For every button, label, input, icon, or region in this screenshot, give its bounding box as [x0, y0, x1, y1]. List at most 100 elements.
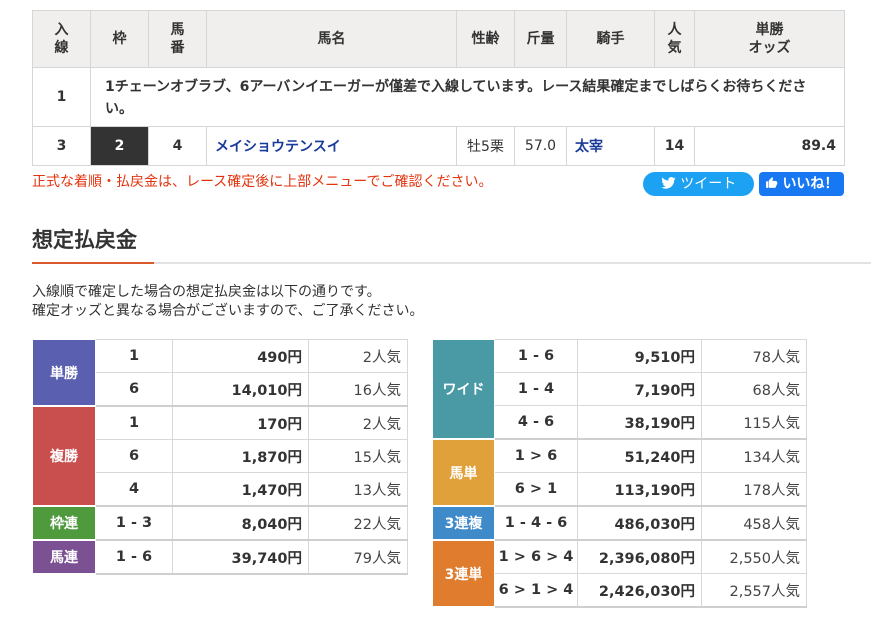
combination: 1 - 6 [95, 539, 173, 575]
payout-row: 3連複 1 - 4 - 6 486,030円 458人気 [432, 505, 807, 541]
payout-row: 3連単 1 > 6 > 4 2,396,080円 2,550人気 [432, 539, 807, 608]
payout-amount: 2,396,080円 [577, 539, 702, 574]
popularity-rank: 2人気 [308, 339, 408, 373]
payout-amount: 2,426,030円 [577, 573, 702, 608]
umaban: 4 [148, 126, 207, 166]
popularity-rank: 2,557人気 [701, 573, 807, 608]
popularity-rank: 16人気 [308, 372, 408, 407]
payout-row: 枠連 1 - 3 8,040円 22人気 [32, 505, 408, 541]
payout-row: 複勝 1 170円 2人気 [32, 405, 408, 507]
sex-age: 牡5栗 [456, 126, 515, 166]
table-row: 1 1チェーンオブラブ、6アーバンイエーガーが僅差で入線しています。レース結果確… [32, 67, 845, 127]
header-sex-age: 性齢 [456, 10, 515, 68]
section-divider [32, 262, 871, 264]
combination: 1 > 6 > 4 [494, 539, 578, 574]
payout-amount: 14,010円 [172, 372, 309, 407]
tweet-label: ツイート [680, 176, 737, 192]
bet-type-label: 3連単 [432, 539, 495, 608]
combination: 6 > 1 > 4 [494, 573, 578, 608]
payout-amount: 113,190円 [577, 472, 702, 507]
popularity-rank: 458人気 [701, 505, 807, 541]
bet-type-label: 複勝 [32, 405, 96, 507]
like-label: いいね！ [782, 176, 839, 192]
popularity-rank: 2,550人気 [701, 539, 807, 574]
popularity-rank: 78人気 [701, 339, 807, 373]
payout-amount: 38,190円 [577, 405, 702, 440]
payout-amount: 486,030円 [577, 505, 702, 541]
combination: 6 [95, 439, 173, 473]
combination: 1 > 6 [494, 438, 578, 473]
popularity-rank: 134人気 [701, 438, 807, 473]
thumbs-up-icon [765, 176, 783, 192]
section-divider-accent [32, 262, 154, 264]
header-waku: 枠 [90, 10, 149, 68]
popularity-rank: 68人気 [701, 372, 807, 406]
header-weight: 斤量 [514, 10, 567, 68]
payout-amount: 39,740円 [172, 539, 309, 575]
combination: 1 [95, 405, 173, 440]
popularity-rank: 79人気 [308, 539, 408, 575]
popularity-rank: 178人気 [701, 472, 807, 507]
jockey-link[interactable]: 太宰 [566, 126, 655, 166]
confirmation-warning: 正式な着順・払戻金は、レース確定後に上部メニューでご確認ください。 [32, 174, 493, 190]
row-rank: 3 [32, 126, 91, 166]
payout-row: 単勝 1 490円 2人気 [32, 339, 408, 407]
payout-row: 馬単 1 > 6 51,240円 134人気 [432, 438, 807, 507]
bet-type-label: 単勝 [32, 339, 96, 407]
payout-row: ワイド 1 - 6 9,510円 78人気 [432, 339, 807, 440]
table-header-row: 入線 枠 馬番 馬名 性齢 斤量 騎手 人気 単勝 オッズ [32, 10, 845, 68]
payout-row: 馬連 1 - 6 39,740円 79人気 [32, 539, 408, 575]
header-popularity: 人気 [654, 10, 695, 68]
intro-line: 確定オッズと異なる場合がございますので、ご了承ください。 [32, 303, 424, 319]
weight: 57.0 [514, 126, 567, 166]
combination: 4 [95, 472, 173, 507]
intro-line: 入線順で確定した場合の想定払戻金は以下の通りです。 [32, 284, 381, 300]
table-row: 3 2 4 メイショウテンスイ 牡5栗 57.0 太宰 14 89.4 [32, 126, 845, 166]
horse-name-link[interactable]: メイショウテンスイ [206, 126, 457, 166]
payout-amount: 8,040円 [172, 505, 309, 541]
bet-type-label: 3連複 [432, 505, 495, 541]
payout-table-right: ワイド 1 - 6 9,510円 78人気 1 - 4 7,190円 68人気 4 - 6 38… [432, 339, 807, 608]
payout-table-left: 単勝 1 490円 2人気 6 14,010円 16人気 複勝 1 170円 2人気 6 1,870円 1… [32, 339, 408, 575]
combination: 4 - 6 [494, 405, 578, 440]
header-win-odds: 単勝 オッズ [694, 10, 845, 68]
win-odds: 89.4 [694, 126, 845, 166]
bet-type-label: 馬単 [432, 438, 495, 507]
combination: 1 [95, 339, 173, 373]
popularity-rank: 15人気 [308, 439, 408, 473]
combination: 1 - 4 - 6 [494, 505, 578, 541]
photo-finish-notice: 1チェーンオブラブ、6アーバンイエーガーが僅差で入線しています。レース結果確定ま… [90, 67, 845, 127]
payout-amount: 1,470円 [172, 472, 309, 507]
payout-amount: 51,240円 [577, 438, 702, 473]
twitter-icon [661, 176, 680, 192]
header-horse-name: 馬名 [206, 10, 457, 68]
combination: 6 [95, 372, 173, 407]
popularity-rank: 22人気 [308, 505, 408, 541]
header-rank: 入線 [32, 10, 91, 68]
combination: 1 - 6 [494, 339, 578, 373]
popularity-rank: 2人気 [308, 405, 408, 440]
payout-intro: 入線順で確定した場合の想定払戻金は以下の通りです。 確定オッズと異なる場合がござ… [32, 283, 423, 321]
combination: 1 - 4 [494, 372, 578, 406]
popularity-rank: 115人気 [701, 405, 807, 440]
payout-amount: 9,510円 [577, 339, 702, 373]
popularity-rank: 13人気 [308, 472, 408, 507]
payout-amount: 490円 [172, 339, 309, 373]
payout-amount: 1,870円 [172, 439, 309, 473]
section-title: 想定払戻金 [32, 228, 137, 252]
bet-type-label: 馬連 [32, 539, 96, 575]
payout-amount: 7,190円 [577, 372, 702, 406]
combination: 1 - 3 [95, 505, 173, 541]
like-button[interactable]: いいね！ [759, 172, 844, 196]
bet-type-label: ワイド [432, 339, 495, 440]
waku-badge: 2 [90, 126, 149, 166]
result-table: 入線 枠 馬番 馬名 性齢 斤量 騎手 人気 単勝 オッズ 1 1チェーンオブラブ… [32, 10, 845, 166]
tweet-button[interactable]: ツイート [643, 172, 754, 196]
payout-amount: 170円 [172, 405, 309, 440]
header-jockey: 騎手 [566, 10, 655, 68]
row-rank: 1 [32, 67, 91, 127]
combination: 6 > 1 [494, 472, 578, 507]
header-umaban: 馬番 [148, 10, 207, 68]
bet-type-label: 枠連 [32, 505, 96, 541]
popularity: 14 [654, 126, 695, 166]
